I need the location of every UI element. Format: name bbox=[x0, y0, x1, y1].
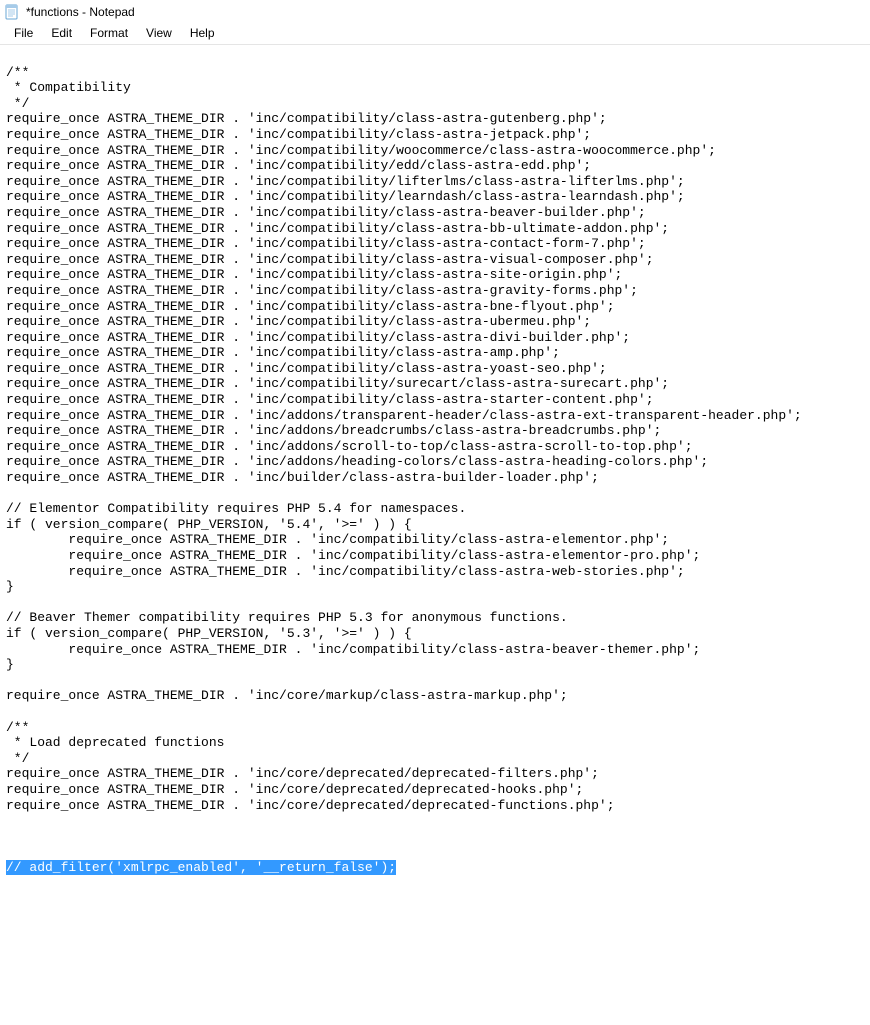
code-line: require_once ASTRA_THEME_DIR . 'inc/comp… bbox=[6, 283, 638, 298]
code-line: require_once ASTRA_THEME_DIR . 'inc/buil… bbox=[6, 470, 599, 485]
code-line: // Elementor Compatibility requires PHP … bbox=[6, 501, 466, 516]
selected-text: // add_filter('xmlrpc_enabled', '__retur… bbox=[6, 860, 396, 875]
code-line: require_once ASTRA_THEME_DIR . 'inc/core… bbox=[6, 766, 599, 781]
menu-edit[interactable]: Edit bbox=[43, 24, 80, 42]
code-line: require_once ASTRA_THEME_DIR . 'inc/comp… bbox=[6, 392, 654, 407]
code-line: require_once ASTRA_THEME_DIR . 'inc/comp… bbox=[6, 299, 615, 314]
code-line: require_once ASTRA_THEME_DIR . 'inc/comp… bbox=[6, 345, 560, 360]
code-line: if ( version_compare( PHP_VERSION, '5.3'… bbox=[6, 626, 412, 641]
menu-view[interactable]: View bbox=[138, 24, 180, 42]
code-line: require_once ASTRA_THEME_DIR . 'inc/comp… bbox=[6, 205, 646, 220]
code-line: require_once ASTRA_THEME_DIR . 'inc/comp… bbox=[6, 158, 591, 173]
code-line: require_once ASTRA_THEME_DIR . 'inc/comp… bbox=[6, 174, 685, 189]
code-line: require_once ASTRA_THEME_DIR . 'inc/comp… bbox=[6, 532, 669, 547]
code-line: require_once ASTRA_THEME_DIR . 'inc/core… bbox=[6, 688, 568, 703]
code-line: require_once ASTRA_THEME_DIR . 'inc/core… bbox=[6, 798, 615, 813]
menu-format[interactable]: Format bbox=[82, 24, 136, 42]
titlebar: *functions - Notepad bbox=[0, 0, 870, 22]
code-line: require_once ASTRA_THEME_DIR . 'inc/addo… bbox=[6, 423, 661, 438]
menubar: File Edit Format View Help bbox=[0, 22, 870, 45]
code-line: // Beaver Themer compatibility requires … bbox=[6, 610, 568, 625]
code-line: require_once ASTRA_THEME_DIR . 'inc/comp… bbox=[6, 548, 700, 563]
window-title: *functions - Notepad bbox=[26, 5, 135, 19]
code-line: require_once ASTRA_THEME_DIR . 'inc/comp… bbox=[6, 111, 607, 126]
code-line: * Load deprecated functions bbox=[6, 735, 224, 750]
code-line: require_once ASTRA_THEME_DIR . 'inc/addo… bbox=[6, 454, 708, 469]
code-line: require_once ASTRA_THEME_DIR . 'inc/comp… bbox=[6, 143, 716, 158]
code-line: require_once ASTRA_THEME_DIR . 'inc/comp… bbox=[6, 221, 669, 236]
code-line: } bbox=[6, 657, 14, 672]
code-line: require_once ASTRA_THEME_DIR . 'inc/comp… bbox=[6, 189, 685, 204]
code-line: require_once ASTRA_THEME_DIR . 'inc/comp… bbox=[6, 642, 700, 657]
code-line: require_once ASTRA_THEME_DIR . 'inc/comp… bbox=[6, 361, 607, 376]
code-line: /** bbox=[6, 720, 29, 735]
code-line: require_once ASTRA_THEME_DIR . 'inc/comp… bbox=[6, 376, 669, 391]
code-line: require_once ASTRA_THEME_DIR . 'inc/comp… bbox=[6, 267, 622, 282]
code-line: * Compatibility bbox=[6, 80, 131, 95]
code-line: require_once ASTRA_THEME_DIR . 'inc/comp… bbox=[6, 564, 685, 579]
code-line: */ bbox=[6, 751, 29, 766]
code-line: require_once ASTRA_THEME_DIR . 'inc/comp… bbox=[6, 330, 630, 345]
text-editor[interactable]: /** * Compatibility */ require_once ASTR… bbox=[0, 45, 870, 1025]
code-line: require_once ASTRA_THEME_DIR . 'inc/comp… bbox=[6, 236, 646, 251]
code-line: require_once ASTRA_THEME_DIR . 'inc/core… bbox=[6, 782, 583, 797]
code-line: require_once ASTRA_THEME_DIR . 'inc/comp… bbox=[6, 314, 591, 329]
code-line: } bbox=[6, 579, 14, 594]
code-line: /** bbox=[6, 65, 29, 80]
code-line: require_once ASTRA_THEME_DIR . 'inc/addo… bbox=[6, 439, 693, 454]
code-line: require_once ASTRA_THEME_DIR . 'inc/comp… bbox=[6, 127, 591, 142]
code-line: */ bbox=[6, 96, 29, 111]
code-line: require_once ASTRA_THEME_DIR . 'inc/addo… bbox=[6, 408, 802, 423]
menu-file[interactable]: File bbox=[6, 24, 41, 42]
menu-help[interactable]: Help bbox=[182, 24, 223, 42]
notepad-icon bbox=[4, 4, 20, 20]
code-line: require_once ASTRA_THEME_DIR . 'inc/comp… bbox=[6, 252, 654, 267]
code-line: if ( version_compare( PHP_VERSION, '5.4'… bbox=[6, 517, 412, 532]
